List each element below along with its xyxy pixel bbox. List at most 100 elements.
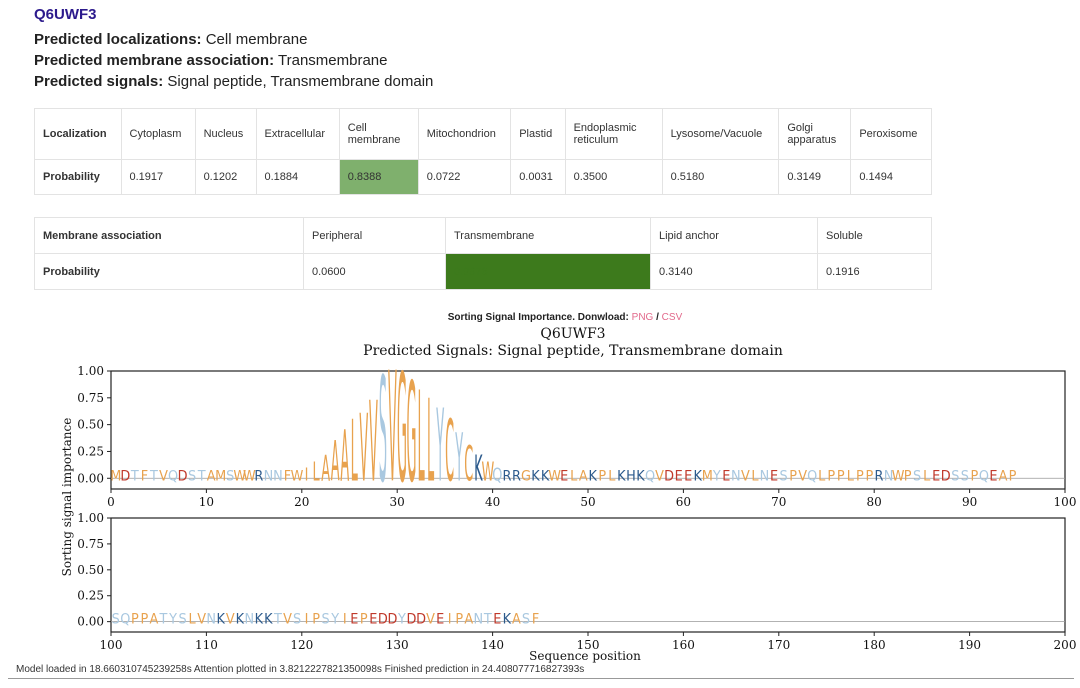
x-tick-label: 60 bbox=[676, 495, 691, 509]
x-tick-label: 100 bbox=[100, 638, 123, 652]
logo-letter: D bbox=[178, 469, 188, 485]
logo-letter: D bbox=[387, 612, 397, 628]
logo-letter: I bbox=[305, 612, 309, 628]
logo-letter: S bbox=[322, 612, 330, 628]
logo-letter: F bbox=[141, 469, 148, 485]
x-tick-label: 170 bbox=[767, 638, 790, 652]
logo-letter: P bbox=[970, 469, 978, 485]
y-tick-label: 1.00 bbox=[77, 511, 104, 525]
x-tick-label: 120 bbox=[290, 638, 313, 652]
logo-letter: M bbox=[702, 469, 713, 485]
logo-letter: P bbox=[312, 612, 320, 628]
logo-letter: K bbox=[255, 612, 265, 628]
logo-letter: E bbox=[675, 469, 683, 485]
logo-letter: I bbox=[305, 464, 309, 485]
logo-letter: P bbox=[455, 612, 463, 628]
logo-letter: P bbox=[598, 469, 606, 485]
y-tick-label: 0.00 bbox=[77, 471, 104, 485]
logo-letter: E bbox=[493, 612, 501, 628]
y-tick-label: 0.25 bbox=[77, 444, 104, 458]
y-tick-label: 0.00 bbox=[77, 615, 104, 629]
logo-letter: A bbox=[999, 469, 1009, 485]
logo-letter: S bbox=[112, 612, 120, 628]
logo-letter: V bbox=[388, 341, 397, 517]
logo-letter: P bbox=[131, 612, 139, 628]
logo-letter: L bbox=[351, 404, 358, 502]
logo-letter: S bbox=[951, 469, 959, 485]
logo-letter: E bbox=[560, 469, 568, 485]
timing-footer: Model loaded in 18.660310745239258s Atte… bbox=[16, 664, 585, 675]
x-tick-label: 100 bbox=[1054, 495, 1077, 509]
logo-letter: V bbox=[283, 612, 293, 628]
logo-letter: F bbox=[532, 612, 539, 628]
logo-letter: K bbox=[503, 612, 513, 628]
x-tick-label: 180 bbox=[863, 638, 886, 652]
logo-letter: G bbox=[397, 342, 407, 515]
logo-letter: N bbox=[206, 612, 216, 628]
logo-letter: E bbox=[770, 469, 778, 485]
logo-letter: M bbox=[215, 469, 226, 485]
x-tick-label: 150 bbox=[577, 638, 600, 652]
logo-letter: A bbox=[340, 415, 349, 497]
logo-letter: S bbox=[961, 469, 969, 485]
logo-letter: T bbox=[130, 469, 140, 485]
logo-letter: L bbox=[923, 469, 931, 485]
logo-letter: E bbox=[369, 612, 377, 628]
logo-letter: Y bbox=[436, 388, 444, 504]
y-tick-label: 0.50 bbox=[77, 418, 104, 432]
logo-letter: R bbox=[874, 469, 883, 485]
y-axis-label: Sorting signal importance bbox=[60, 418, 74, 577]
x-tick-label: 160 bbox=[672, 638, 695, 652]
logo-letter: W bbox=[291, 469, 304, 485]
logo-letter: V bbox=[359, 395, 368, 503]
logo-letter: D bbox=[378, 612, 388, 628]
x-tick-label: 50 bbox=[580, 495, 595, 509]
logo-letter: Q bbox=[807, 469, 817, 485]
logo-letter: H bbox=[626, 469, 636, 485]
logo-letter: V bbox=[369, 378, 378, 507]
logo-letter: I bbox=[343, 612, 347, 628]
logo-letter: S bbox=[188, 469, 196, 485]
logo-letter: A bbox=[331, 431, 340, 494]
logo-letter: S bbox=[913, 469, 921, 485]
logo-letter: W bbox=[548, 469, 561, 485]
logo-letter: N bbox=[273, 469, 283, 485]
logo-letter: Y bbox=[168, 612, 178, 628]
x-tick-label: 0 bbox=[107, 495, 115, 509]
logo-letter: P bbox=[789, 469, 797, 485]
logo-letter: D bbox=[407, 612, 417, 628]
logo-letter: C bbox=[445, 404, 454, 502]
logo-letter: P bbox=[866, 469, 874, 485]
x-tick-label: 40 bbox=[485, 495, 500, 509]
logo-letter: L bbox=[417, 364, 424, 510]
logo-letter: T bbox=[149, 469, 159, 485]
logo-letter: E bbox=[436, 612, 444, 628]
logo-letter: D bbox=[120, 469, 130, 485]
logo-letter: L bbox=[189, 612, 197, 628]
logo-letter: V bbox=[741, 469, 751, 485]
x-tick-label: 20 bbox=[294, 495, 309, 509]
logo-letter: N bbox=[264, 469, 274, 485]
logo-letter: D bbox=[664, 469, 674, 485]
y-tick-label: 0.25 bbox=[77, 589, 104, 603]
logo-letter: N bbox=[473, 612, 483, 628]
logo-letter: Y bbox=[455, 421, 463, 497]
logo-letter: A bbox=[150, 612, 160, 628]
logo-letter: E bbox=[989, 469, 997, 485]
sorting-signal-chart: Q6UWF3Predicted Signals: Signal peptide,… bbox=[60, 326, 1077, 663]
logo-letter: L bbox=[751, 469, 759, 485]
y-tick-label: 0.75 bbox=[77, 391, 104, 405]
logo-letter: Y bbox=[330, 612, 340, 628]
chart-title: Q6UWF3 bbox=[540, 326, 605, 342]
logo-letter: P bbox=[1009, 469, 1017, 485]
logo-letter: Y bbox=[397, 612, 407, 628]
y-tick-label: 1.00 bbox=[77, 364, 104, 378]
x-tick-label: 110 bbox=[195, 638, 218, 652]
x-tick-label: 70 bbox=[771, 495, 786, 509]
x-tick-label: 140 bbox=[481, 638, 504, 652]
x-tick-label: 10 bbox=[199, 495, 214, 509]
logo-letter: Q bbox=[645, 469, 655, 485]
logo-letter: K bbox=[216, 612, 226, 628]
logo-letter: L bbox=[313, 456, 321, 486]
logo-letter: S bbox=[779, 469, 787, 485]
